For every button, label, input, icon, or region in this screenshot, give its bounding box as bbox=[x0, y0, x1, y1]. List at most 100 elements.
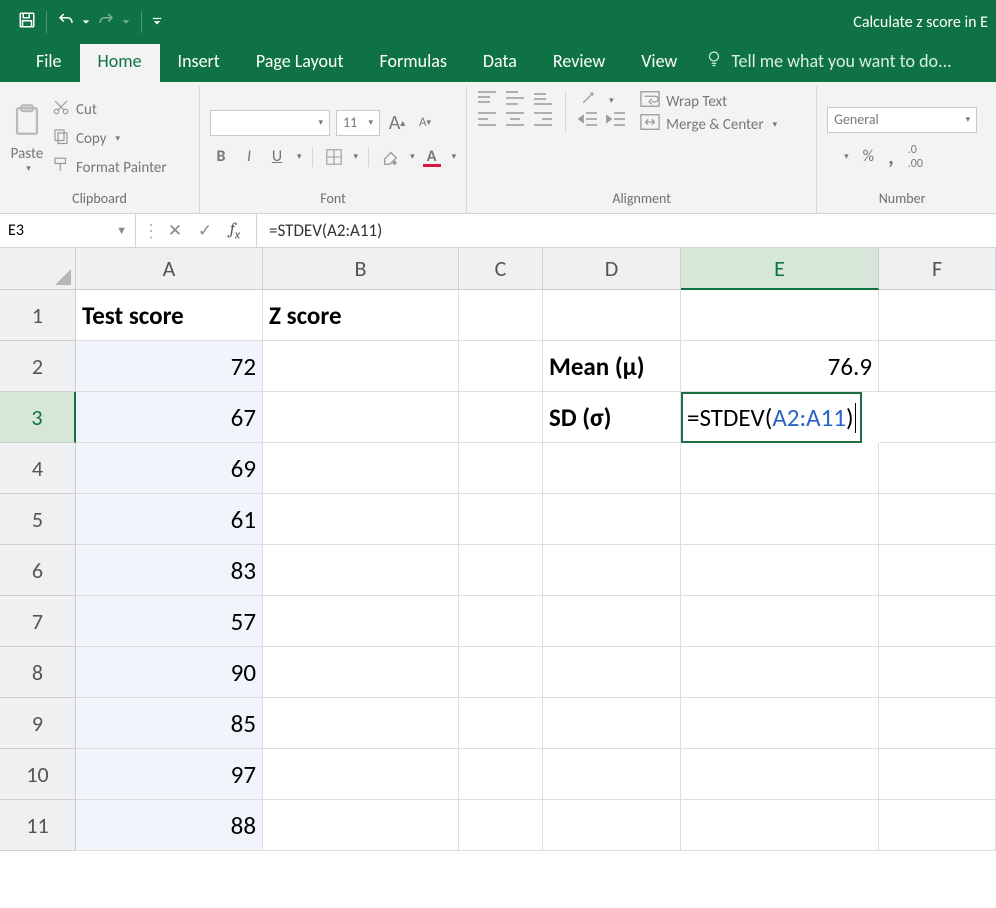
cell-C11[interactable] bbox=[459, 800, 543, 851]
cell-D2[interactable]: Mean (μ) bbox=[543, 341, 681, 392]
cell-D8[interactable] bbox=[543, 647, 681, 698]
cell-F2[interactable] bbox=[879, 341, 996, 392]
column-header-F[interactable]: F bbox=[879, 248, 996, 290]
cell-F4[interactable] bbox=[879, 443, 996, 494]
percent-format-icon[interactable]: % bbox=[863, 147, 874, 166]
cell-C2[interactable] bbox=[459, 341, 543, 392]
cell-B11[interactable] bbox=[263, 800, 459, 851]
merge-center-button[interactable]: Merge & Center▾ bbox=[640, 113, 777, 136]
cell-F6[interactable] bbox=[879, 545, 996, 596]
cell-B7[interactable] bbox=[263, 596, 459, 647]
cell-A4[interactable]: 69 bbox=[76, 443, 263, 494]
cell-C9[interactable] bbox=[459, 698, 543, 749]
decrease-font-icon[interactable]: A▾ bbox=[414, 112, 436, 134]
cell-F5[interactable] bbox=[879, 494, 996, 545]
cell-B5[interactable] bbox=[263, 494, 459, 545]
borders-button[interactable] bbox=[323, 146, 345, 168]
cell-A8[interactable]: 90 bbox=[76, 647, 263, 698]
wrap-text-button[interactable]: Wrap Text bbox=[640, 90, 777, 113]
cell-editor[interactable]: =STDEV(A2:A11) bbox=[681, 392, 862, 443]
qat-customize-icon[interactable] bbox=[152, 13, 162, 32]
cell-D4[interactable] bbox=[543, 443, 681, 494]
tab-review[interactable]: Review bbox=[535, 42, 623, 82]
cell-C7[interactable] bbox=[459, 596, 543, 647]
align-middle-icon[interactable] bbox=[505, 90, 525, 111]
decrease-indent-icon[interactable] bbox=[578, 111, 598, 132]
comma-format-icon[interactable]: , bbox=[888, 143, 894, 170]
formula-input[interactable]: =STDEV(A2:A11) bbox=[257, 214, 996, 247]
tab-page-layout[interactable]: Page Layout bbox=[238, 42, 362, 82]
cell-F11[interactable] bbox=[879, 800, 996, 851]
cell-C3[interactable] bbox=[459, 392, 543, 443]
enter-formula-button[interactable]: ✓ bbox=[190, 220, 220, 241]
cell-A7[interactable]: 57 bbox=[76, 596, 263, 647]
cell-C10[interactable] bbox=[459, 749, 543, 800]
row-header-9[interactable]: 9 bbox=[0, 698, 76, 749]
tab-data[interactable]: Data bbox=[465, 42, 535, 82]
cell-D3[interactable]: SD (σ) bbox=[543, 392, 681, 443]
tell-me-search[interactable]: Tell me what you want to do... bbox=[695, 41, 961, 82]
column-header-D[interactable]: D bbox=[543, 248, 681, 290]
increase-font-icon[interactable]: A▴ bbox=[386, 112, 408, 134]
cell-B2[interactable] bbox=[263, 341, 459, 392]
cell-B10[interactable] bbox=[263, 749, 459, 800]
font-name-select[interactable]: ▾ bbox=[210, 110, 330, 136]
cell-E2[interactable]: 76.9 bbox=[681, 341, 879, 392]
align-center-icon[interactable] bbox=[505, 111, 525, 132]
font-color-button[interactable]: A bbox=[421, 146, 443, 168]
cell-E7[interactable] bbox=[681, 596, 879, 647]
increase-indent-icon[interactable] bbox=[606, 111, 626, 132]
cut-button[interactable]: Cut bbox=[52, 98, 167, 121]
name-box[interactable]: E3 ▼ bbox=[0, 214, 136, 247]
cell-C8[interactable] bbox=[459, 647, 543, 698]
tab-view[interactable]: View bbox=[623, 42, 695, 82]
cell-E10[interactable] bbox=[681, 749, 879, 800]
cell-A1[interactable]: Test score bbox=[76, 290, 263, 341]
insert-function-button[interactable]: fx bbox=[220, 220, 250, 241]
column-header-C[interactable]: C bbox=[459, 248, 543, 290]
underline-button[interactable]: U bbox=[266, 146, 288, 168]
row-header-10[interactable]: 10 bbox=[0, 749, 76, 800]
align-left-icon[interactable] bbox=[477, 111, 497, 132]
align-right-icon[interactable] bbox=[533, 111, 553, 132]
italic-button[interactable]: I bbox=[238, 146, 260, 168]
cell-A2[interactable]: 72 bbox=[76, 341, 263, 392]
functions-list-icon[interactable]: ⋮ bbox=[142, 220, 160, 242]
cell-D10[interactable] bbox=[543, 749, 681, 800]
orientation-icon[interactable] bbox=[578, 90, 598, 111]
cell-F3[interactable] bbox=[879, 392, 996, 443]
row-header-2[interactable]: 2 bbox=[0, 341, 76, 392]
cell-D6[interactable] bbox=[543, 545, 681, 596]
cell-E6[interactable] bbox=[681, 545, 879, 596]
cell-D1[interactable] bbox=[543, 290, 681, 341]
align-top-icon[interactable] bbox=[477, 90, 497, 111]
redo-dropdown-icon[interactable] bbox=[121, 13, 131, 32]
cell-A3[interactable]: 67 bbox=[76, 392, 263, 443]
tab-formulas[interactable]: Formulas bbox=[362, 42, 465, 82]
cell-F9[interactable] bbox=[879, 698, 996, 749]
select-all-corner[interactable] bbox=[0, 248, 76, 290]
cell-E9[interactable] bbox=[681, 698, 879, 749]
redo-icon[interactable] bbox=[97, 11, 115, 34]
cell-D5[interactable] bbox=[543, 494, 681, 545]
undo-dropdown-icon[interactable] bbox=[81, 13, 91, 32]
cell-D11[interactable] bbox=[543, 800, 681, 851]
cell-A9[interactable]: 85 bbox=[76, 698, 263, 749]
cell-F8[interactable] bbox=[879, 647, 996, 698]
cell-C4[interactable] bbox=[459, 443, 543, 494]
increase-decimal-icon[interactable]: .0.00 bbox=[908, 143, 923, 171]
cancel-formula-button[interactable]: ✕ bbox=[160, 220, 190, 241]
column-header-B[interactable]: B bbox=[263, 248, 459, 290]
cell-D7[interactable] bbox=[543, 596, 681, 647]
cell-C5[interactable] bbox=[459, 494, 543, 545]
row-header-5[interactable]: 5 bbox=[0, 494, 76, 545]
cell-B3[interactable] bbox=[263, 392, 459, 443]
row-header-6[interactable]: 6 bbox=[0, 545, 76, 596]
cell-E11[interactable] bbox=[681, 800, 879, 851]
cell-F7[interactable] bbox=[879, 596, 996, 647]
cell-F1[interactable] bbox=[879, 290, 996, 341]
cell-A6[interactable]: 83 bbox=[76, 545, 263, 596]
column-header-A[interactable]: A bbox=[76, 248, 263, 290]
cell-E8[interactable] bbox=[681, 647, 879, 698]
cell-C6[interactable] bbox=[459, 545, 543, 596]
